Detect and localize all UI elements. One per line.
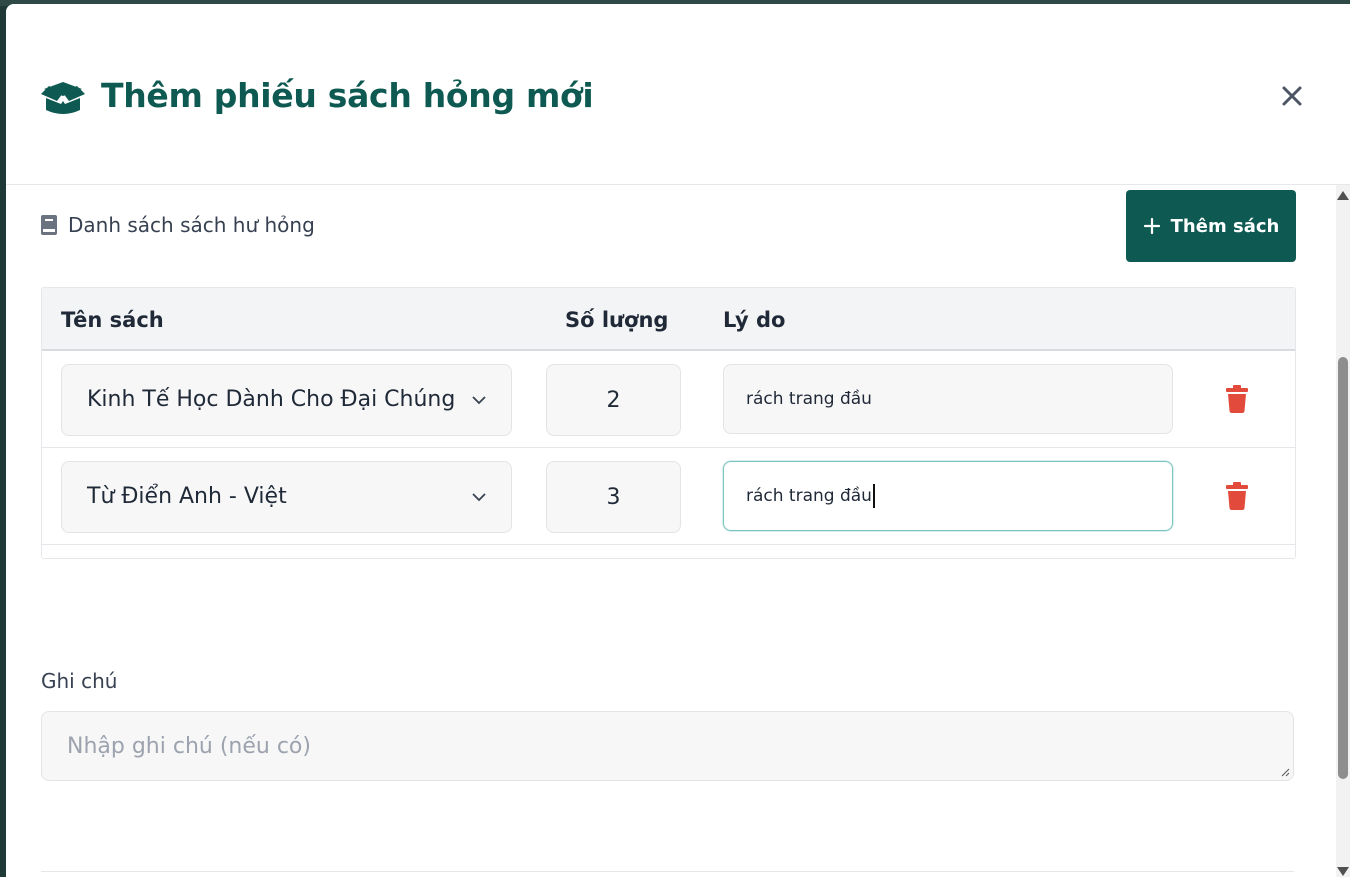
resize-handle-icon[interactable] [1280, 767, 1290, 777]
modal-header: Thêm phiếu sách hỏng mới [6, 4, 1350, 185]
add-damaged-book-modal: Thêm phiếu sách hỏng mới Danh sách sách … [6, 4, 1350, 877]
header-reason: Lý do [723, 308, 786, 332]
reason-input[interactable]: rách trang đầu [723, 461, 1173, 531]
section-header: Danh sách sách hư hỏng [40, 213, 315, 237]
note-label: Ghi chú [41, 669, 118, 693]
close-icon [1282, 86, 1302, 106]
add-book-label: Thêm sách [1170, 215, 1280, 237]
table-row: Từ Điển Anh - Việt 3 rách trang đầu [42, 448, 1295, 545]
scroll-down-arrow-icon[interactable] [1337, 867, 1349, 876]
quantity-input[interactable]: 3 [546, 461, 681, 533]
trash-icon[interactable] [1225, 385, 1249, 413]
close-button[interactable] [1274, 78, 1310, 114]
add-book-button[interactable]: Thêm sách [1126, 190, 1296, 262]
note-textarea[interactable]: Nhập ghi chú (nếu có) [41, 711, 1294, 781]
trash-icon[interactable] [1225, 482, 1249, 510]
scrollbar-thumb[interactable] [1338, 357, 1348, 779]
chevron-down-icon [472, 396, 486, 405]
header-quantity: Số lượng [565, 308, 669, 332]
book-select[interactable]: Từ Điển Anh - Việt [61, 461, 512, 533]
text-caret [872, 484, 875, 508]
header-book: Tên sách [61, 308, 164, 332]
book-select[interactable]: Kinh Tế Học Dành Cho Đại Chúng [61, 364, 512, 436]
section-title: Danh sách sách hư hỏng [68, 213, 315, 237]
footer-divider [41, 871, 1294, 872]
reason-value: rách trang đầu [746, 486, 872, 506]
quantity-input[interactable]: 2 [546, 364, 681, 436]
reason-input[interactable]: rách trang đầu [723, 364, 1173, 434]
scroll-up-arrow-icon[interactable] [1337, 191, 1349, 200]
modal-body: Danh sách sách hư hỏng Thêm sách Tên sác… [6, 185, 1350, 877]
book-icon [41, 215, 57, 235]
note-placeholder: Nhập ghi chú (nếu có) [67, 734, 311, 759]
damaged-books-table: Tên sách Số lượng Lý do Kinh Tế Học Dành… [41, 287, 1296, 559]
table-header: Tên sách Số lượng Lý do [42, 288, 1295, 351]
book-select-value: Từ Điển Anh - Việt [87, 484, 287, 509]
reason-value: rách trang đầu [746, 389, 872, 409]
chevron-down-icon [472, 493, 486, 502]
table-row: Kinh Tế Học Dành Cho Đại Chúng 2 rách tr… [42, 351, 1295, 448]
vertical-scrollbar[interactable] [1336, 185, 1350, 877]
box-open-icon [41, 82, 85, 114]
plus-icon [1143, 217, 1160, 235]
modal-title: Thêm phiếu sách hỏng mới [101, 76, 594, 115]
book-select-value: Kinh Tế Học Dành Cho Đại Chúng [87, 387, 456, 412]
